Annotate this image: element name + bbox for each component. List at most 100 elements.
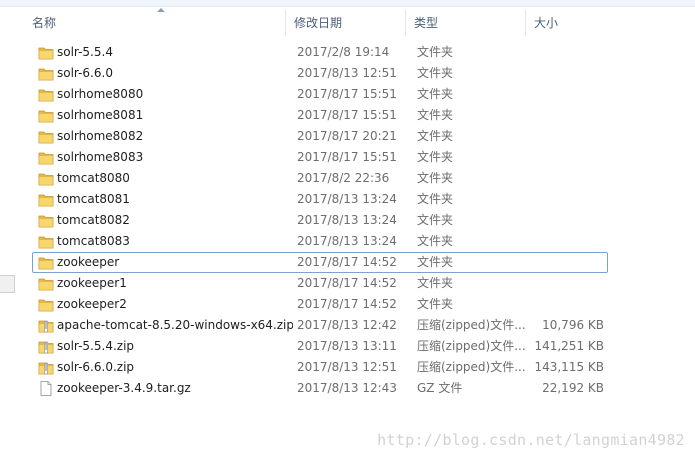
folder-icon	[38, 171, 54, 186]
file-type: 文件夹	[417, 108, 454, 122]
column-header-type[interactable]: 类型	[406, 10, 526, 36]
watermark-text: http://blog.csdn.net/langmian4982	[377, 431, 685, 449]
folder-icon	[38, 108, 54, 123]
column-header-name-label: 名称	[32, 16, 57, 30]
file-type: 文件夹	[417, 213, 454, 227]
file-date-modified: 2017/2/8 19:14	[297, 45, 390, 59]
sort-ascending-icon	[157, 8, 165, 12]
file-row[interactable]: solr-5.5.4.zip 2017/8/13 13:11 压缩(zipped)文…	[32, 336, 608, 357]
file-date-modified: 2017/8/17 20:21	[297, 129, 397, 143]
file-row[interactable]: solrhome8080 2017/8/17 15:51 文件夹	[32, 84, 608, 105]
zip-archive-icon	[38, 339, 54, 354]
file-name: solr-5.5.4	[57, 45, 113, 59]
file-row[interactable]: apache-tomcat-8.5.20-windows-x64.zip 2017…	[32, 315, 608, 336]
file-name: tomcat8082	[57, 213, 130, 227]
file-name: zookeeper1	[57, 276, 127, 290]
file-size	[527, 43, 604, 62]
file-type: 文件夹	[417, 171, 454, 185]
column-header-date[interactable]: 修改日期	[286, 10, 406, 36]
file-size	[527, 211, 604, 230]
file-row[interactable]: tomcat8080 2017/8/2 22:36 文件夹	[32, 168, 608, 189]
file-row[interactable]: solrhome8082 2017/8/17 20:21 文件夹	[32, 126, 608, 147]
folder-icon	[38, 192, 54, 207]
file-size	[527, 127, 604, 146]
file-name: apache-tomcat-8.5.20-windows-x64.zip	[57, 318, 293, 332]
file-date-modified: 2017/8/13 12:42	[297, 318, 397, 332]
file-type: 文件夹	[417, 87, 454, 101]
file-name: tomcat8080	[57, 171, 130, 185]
file-type: 文件夹	[417, 276, 454, 290]
navigation-pane-scroll-edge[interactable]	[0, 275, 15, 293]
file-name: solrhome8081	[57, 108, 144, 122]
file-name: solrhome8080	[57, 87, 144, 101]
file-date-modified: 2017/8/17 15:51	[297, 87, 397, 101]
file-row[interactable]: solrhome8081 2017/8/17 15:51 文件夹	[32, 105, 608, 126]
file-type: GZ 文件	[417, 381, 463, 395]
column-header-size-label: 大小	[534, 16, 559, 30]
file-row[interactable]: tomcat8081 2017/8/13 13:24 文件夹	[32, 189, 608, 210]
column-header-type-label: 类型	[414, 16, 439, 30]
file-name: solrhome8082	[57, 129, 144, 143]
file-row[interactable]: tomcat8083 2017/8/13 13:24 文件夹	[32, 231, 608, 252]
file-name: tomcat8081	[57, 192, 130, 206]
file-row[interactable]: solr-6.6.0 2017/8/13 12:51 文件夹	[32, 63, 608, 84]
file-type: 文件夹	[417, 150, 454, 164]
top-edge-strip	[0, 0, 695, 7]
file-row[interactable]: zookeeper-3.4.9.tar.gz 2017/8/13 12:43 GZ …	[32, 378, 608, 399]
file-size	[527, 253, 604, 272]
folder-icon	[38, 150, 54, 165]
file-type: 压缩(zipped)文件...	[417, 360, 526, 374]
file-date-modified: 2017/8/13 13:11	[297, 339, 397, 353]
file-row[interactable]: zookeeper 2017/8/17 14:52 文件夹	[32, 252, 608, 273]
file-name: zookeeper-3.4.9.tar.gz	[57, 381, 191, 395]
file-type: 文件夹	[417, 297, 454, 311]
column-header-name[interactable]: 名称	[24, 8, 286, 36]
column-header-size[interactable]: 大小	[526, 10, 606, 36]
file-size: 22,192 KB	[542, 381, 604, 395]
file-date-modified: 2017/8/13 12:51	[297, 360, 397, 374]
file-row[interactable]: solrhome8083 2017/8/17 15:51 文件夹	[32, 147, 608, 168]
file-type: 文件夹	[417, 129, 454, 143]
folder-icon	[38, 234, 54, 249]
folder-icon	[38, 87, 54, 102]
file-size	[527, 190, 604, 209]
file-date-modified: 2017/8/17 14:52	[297, 255, 397, 269]
file-size	[527, 169, 604, 188]
file-date-modified: 2017/8/13 13:24	[297, 234, 397, 248]
file-size	[527, 274, 604, 293]
file-size	[527, 148, 604, 167]
folder-icon	[38, 129, 54, 144]
file-size	[527, 295, 604, 314]
folder-icon	[38, 255, 54, 270]
folder-icon	[38, 297, 54, 312]
folder-icon	[38, 213, 54, 228]
file-name: tomcat8083	[57, 234, 130, 248]
file-size	[527, 232, 604, 251]
file-row[interactable]: solr-5.5.4 2017/2/8 19:14 文件夹	[32, 42, 608, 63]
file-size	[527, 64, 604, 83]
file-name: solr-6.6.0	[57, 66, 113, 80]
folder-icon	[38, 45, 54, 60]
file-row[interactable]: solr-6.6.0.zip 2017/8/13 12:51 压缩(zipped)文…	[32, 357, 608, 378]
file-size: 141,251 KB	[534, 339, 604, 353]
file-name: zookeeper2	[57, 297, 127, 311]
file-date-modified: 2017/8/17 14:52	[297, 276, 397, 290]
file-type: 文件夹	[417, 66, 454, 80]
file-date-modified: 2017/8/13 13:24	[297, 213, 397, 227]
column-header-bar: 名称 修改日期 类型 大小	[24, 8, 695, 36]
file-name: solr-6.6.0.zip	[57, 360, 135, 374]
folder-icon	[38, 66, 54, 81]
file-row[interactable]: zookeeper2 2017/8/17 14:52 文件夹	[32, 294, 608, 315]
file-type: 文件夹	[417, 45, 454, 59]
file-name: zookeeper	[57, 255, 120, 269]
file-size	[527, 106, 604, 125]
file-date-modified: 2017/8/13 12:51	[297, 66, 397, 80]
zip-archive-icon	[38, 360, 54, 375]
file-size: 10,796 KB	[542, 318, 604, 332]
column-header-date-label: 修改日期	[294, 16, 343, 30]
file-type: 文件夹	[417, 255, 454, 269]
file-type: 压缩(zipped)文件...	[417, 318, 526, 332]
file-date-modified: 2017/8/13 13:24	[297, 192, 397, 206]
file-row[interactable]: zookeeper1 2017/8/17 14:52 文件夹	[32, 273, 608, 294]
file-row[interactable]: tomcat8082 2017/8/13 13:24 文件夹	[32, 210, 608, 231]
